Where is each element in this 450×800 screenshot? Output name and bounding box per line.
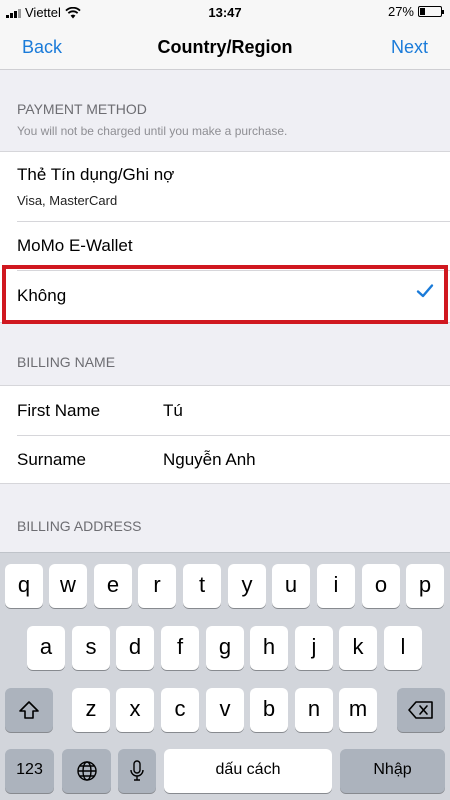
key-c[interactable]: c	[161, 688, 199, 732]
key-z[interactable]: z	[72, 688, 110, 732]
key-l[interactable]: l	[384, 626, 422, 670]
key-q[interactable]: q	[5, 564, 43, 608]
shift-icon	[19, 701, 39, 719]
status-right: 27%	[387, 4, 444, 19]
nav-bar: Back Country/Region Next	[0, 24, 450, 70]
page-title: Country/Region	[157, 37, 293, 57]
key-o[interactable]: o	[362, 564, 400, 608]
key-y[interactable]: y	[228, 564, 266, 608]
key-s[interactable]: s	[72, 626, 110, 670]
key-u[interactable]: u	[272, 564, 310, 608]
key-r[interactable]: r	[138, 564, 176, 608]
payment-method-header: PAYMENT METHOD	[17, 101, 147, 117]
globe-key[interactable]	[62, 749, 111, 793]
key-e[interactable]: e	[94, 564, 132, 608]
key-i[interactable]: i	[317, 564, 355, 608]
keyboard: q w e r t y u i o p a s d f g h j k l z …	[0, 552, 450, 800]
first-name-label: First Name	[17, 401, 101, 420]
numbers-key[interactable]: 123	[5, 749, 54, 793]
key-j[interactable]: j	[295, 626, 333, 670]
billing-name-group: First Name Tú Surname Nguyễn Anh	[0, 385, 450, 484]
key-b[interactable]: b	[250, 688, 288, 732]
checkmark-icon	[416, 284, 434, 298]
surname-field[interactable]: Nguyễn Anh	[163, 450, 256, 470]
first-name-row[interactable]: First Name Tú	[0, 386, 450, 435]
battery-fill	[420, 8, 426, 15]
payment-method-subtitle: You will not be charged until you make a…	[17, 124, 288, 138]
first-name-field[interactable]: Tú	[163, 401, 183, 421]
key-v[interactable]: v	[206, 688, 244, 732]
key-g[interactable]: g	[206, 626, 244, 670]
surname-label: Surname	[17, 450, 86, 469]
payment-option-card[interactable]: Thẻ Tín dụng/Ghi nợ Visa, MasterCard	[0, 152, 450, 222]
billing-address-header: BILLING ADDRESS	[17, 518, 142, 534]
next-button[interactable]: Next	[391, 37, 428, 58]
key-a[interactable]: a	[27, 626, 65, 670]
dictation-key[interactable]	[118, 749, 156, 793]
shift-key[interactable]	[5, 688, 53, 732]
return-key[interactable]: Nhập	[340, 749, 445, 793]
battery-percent: 27%	[387, 4, 414, 19]
payment-option-title: MoMo E-Wallet	[17, 236, 133, 255]
microphone-icon	[130, 760, 144, 781]
payment-option-detail: Visa, MasterCard	[17, 193, 118, 208]
status-time: 13:47	[208, 5, 242, 20]
backspace-key[interactable]	[397, 688, 445, 732]
key-f[interactable]: f	[161, 626, 199, 670]
payment-option-title: Thẻ Tín dụng/Ghi nợ	[17, 165, 175, 184]
backspace-icon	[408, 701, 433, 719]
key-x[interactable]: x	[116, 688, 154, 732]
globe-icon	[76, 761, 97, 781]
key-t[interactable]: t	[183, 564, 221, 608]
selection-highlight	[2, 265, 448, 324]
billing-name-header: BILLING NAME	[17, 354, 116, 370]
battery-icon	[418, 6, 444, 17]
key-m[interactable]: m	[339, 688, 377, 732]
payment-option-momo[interactable]: MoMo E-Wallet	[0, 222, 450, 270]
surname-row[interactable]: Surname Nguyễn Anh	[0, 436, 450, 484]
key-p[interactable]: p	[406, 564, 444, 608]
status-bar: Viettel 13:47 27%	[0, 0, 450, 24]
key-d[interactable]: d	[116, 626, 154, 670]
key-k[interactable]: k	[339, 626, 377, 670]
key-w[interactable]: w	[49, 564, 87, 608]
space-key[interactable]: dấu cách	[164, 749, 332, 793]
key-h[interactable]: h	[250, 626, 288, 670]
key-n[interactable]: n	[295, 688, 333, 732]
